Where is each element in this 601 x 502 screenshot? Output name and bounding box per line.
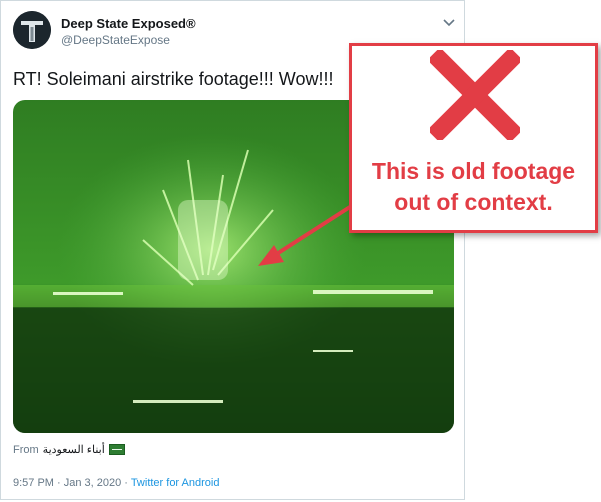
chevron-down-icon[interactable] <box>443 15 455 27</box>
tweet-text: RT! Soleimani airstrike footage!!! Wow!!… <box>13 69 334 89</box>
annotation-line-1: This is old footage <box>371 158 576 184</box>
source-name[interactable]: أبناء السعودية <box>43 443 105 456</box>
tweet-metadata: 9:57 PM · Jan 3, 2020 · Twitter for Andr… <box>13 477 219 489</box>
display-name[interactable]: Deep State Exposed® <box>61 16 196 31</box>
source-prefix: From <box>13 443 39 456</box>
x-mark-icon <box>430 50 520 140</box>
source-attribution: From أبناء السعودية <box>13 443 125 456</box>
saudi-flag-icon <box>108 444 125 455</box>
timestamp[interactable]: 9:57 PM · Jan 3, 2020 · <box>13 477 131 489</box>
client-link[interactable]: Twitter for Android <box>131 477 220 489</box>
annotation-text: This is old footage out of context. <box>352 156 595 218</box>
annotation-line-2: out of context. <box>394 189 553 215</box>
avatar[interactable] <box>13 11 51 49</box>
annotation-callout: This is old footage out of context. <box>349 43 598 233</box>
user-handle[interactable]: @DeepStateExpose <box>61 33 170 47</box>
